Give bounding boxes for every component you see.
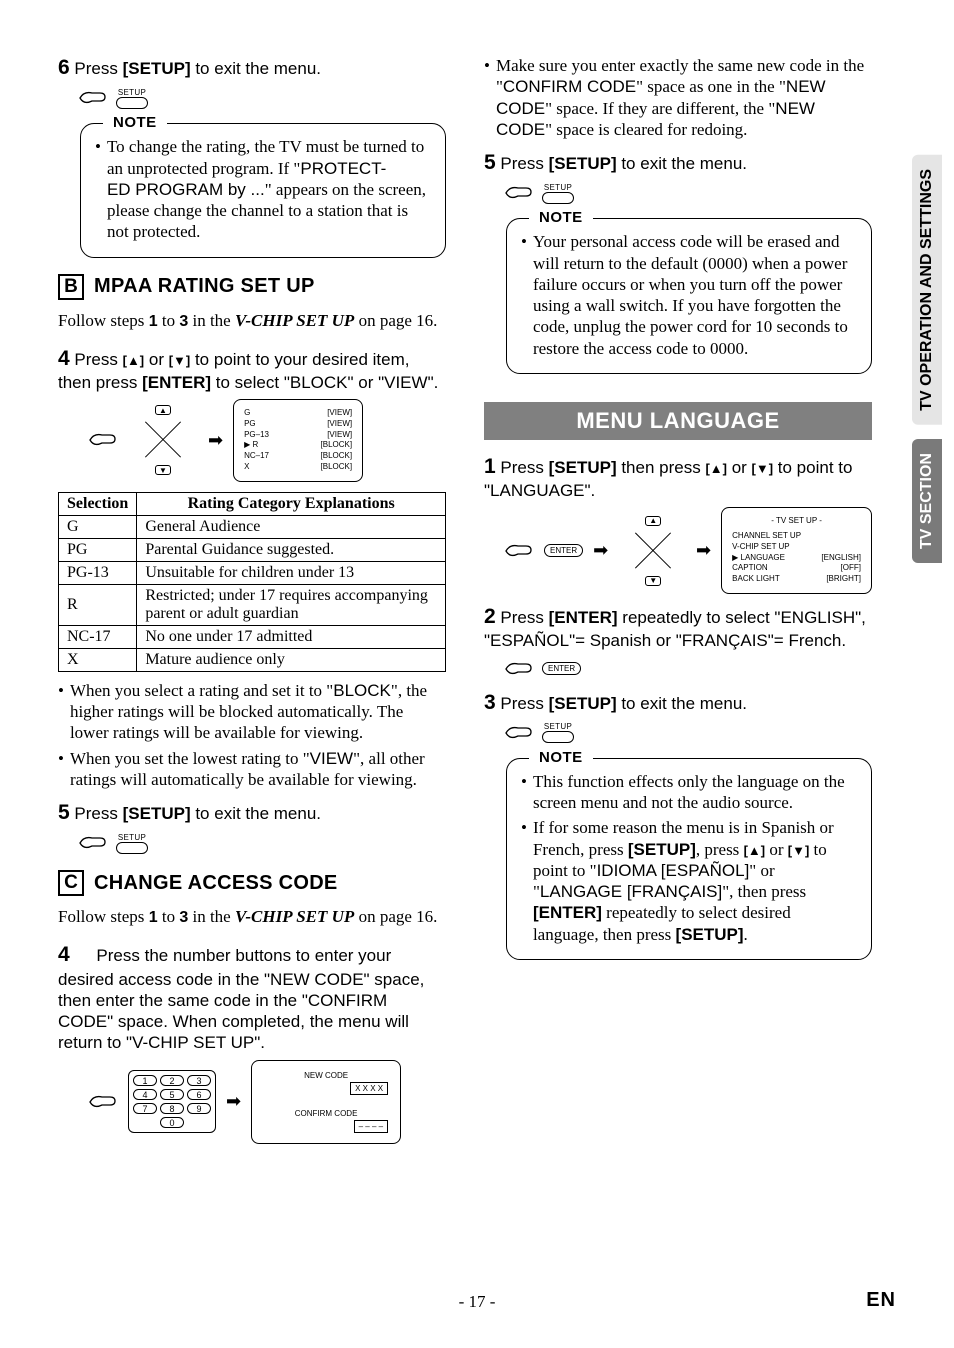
hand-icon [504, 722, 534, 744]
section-c-head: C CHANGE ACCESS CODE [58, 870, 446, 896]
left-column: 6 Press [SETUP] to exit the menu. SETUP … [58, 55, 446, 1154]
tab-tv-section: TV SECTION [912, 439, 942, 563]
table-header-row: Selection Rating Category Explanations [59, 492, 446, 515]
nav-ratings-flow: ▲ ▼ ➡ G[VIEW] PG[VIEW] PG–13[VIEW] ▶ R[B… [88, 399, 446, 482]
arrow-right-icon: ➡ [226, 1091, 241, 1112]
enter-button-icon: ENTER [542, 662, 581, 675]
remote-hint-setup: SETUP [78, 832, 446, 854]
menu-language-banner: MENU LANGUAGE [484, 402, 872, 440]
text: to exit the menu. [191, 59, 321, 78]
table-row: XMature audience only [59, 648, 446, 671]
right-step2: 2 Press [ENTER] repeatedly to select "EN… [484, 604, 872, 652]
arrow-right-icon: ➡ [593, 540, 608, 561]
hand-icon [88, 429, 118, 451]
hand-icon [88, 1091, 118, 1113]
top-bullet: • Make sure you enter exactly the same n… [484, 55, 872, 140]
col-explanation: Rating Category Explanations [137, 492, 446, 515]
col-selection: Selection [59, 492, 137, 515]
right-step3: 3 Press [SETUP] to exit the menu. [484, 690, 872, 716]
remote-hint-setup: SETUP [78, 87, 446, 109]
remote-hint-setup: SETUP [504, 182, 872, 204]
side-tabs: TV OPERATION AND SETTINGS TV SECTION [912, 155, 942, 563]
setup-button-icon [116, 97, 148, 109]
hand-icon [504, 540, 534, 562]
nav-arrows-icon: ▲▼ [618, 516, 686, 586]
setup-key: [SETUP] [123, 59, 191, 78]
hand-icon [78, 832, 108, 854]
enter-button-icon: ENTER [544, 544, 583, 557]
left-step4c: 4 Press the number buttons to enter your… [58, 942, 446, 1053]
ratings-table: Selection Rating Category Explanations G… [58, 492, 446, 672]
note-title: NOTE [103, 114, 167, 131]
hand-icon [78, 87, 108, 109]
right-step5: 5 Press [SETUP] to exit the menu. [484, 150, 872, 176]
page-number: - 17 - [0, 1292, 954, 1312]
language-flow: ENTER ➡ ▲▼ ➡ - TV SET UP - CHANNEL SET U… [504, 507, 872, 594]
hand-icon [504, 182, 534, 204]
note-box-access-code: NOTE •Your personal access code will be … [506, 218, 872, 374]
arrow-right-icon: ➡ [208, 430, 223, 451]
setup-button-icon [542, 192, 574, 204]
left-step6: 6 Press [SETUP] to exit the menu. [58, 55, 446, 81]
page-lang: EN [866, 1289, 896, 1312]
bullet-icon: • [95, 136, 101, 242]
after-table-bullets: •When you select a rating and set it to … [58, 680, 446, 790]
tab-tv-operation: TV OPERATION AND SETTINGS [912, 155, 942, 425]
setup-label: SETUP [118, 88, 146, 97]
text: Press [74, 59, 122, 78]
table-row: PGParental Guidance suggested. [59, 538, 446, 561]
note-box-language: NOTE •This function effects only the lan… [506, 758, 872, 960]
setup-button-icon [116, 842, 148, 854]
left-step5: 5 Press [SETUP] to exit the menu. [58, 800, 446, 826]
remote-hint-setup: SETUP [504, 722, 872, 744]
table-row: RRestricted; under 17 requires accompany… [59, 584, 446, 625]
arrow-right-icon: ➡ [696, 540, 711, 561]
note-box-rating: NOTE • To change the rating, the TV must… [80, 123, 446, 257]
nav-arrows-icon: ▲ ▼ [128, 405, 198, 475]
follow-steps-c: Follow steps 1 to 3 in the V-CHIP SET UP… [58, 906, 446, 928]
ratings-screen: G[VIEW] PG[VIEW] PG–13[VIEW] ▶ R[BLOCK] … [233, 399, 363, 482]
section-b-head: B MPAA RATING SET UP [58, 274, 446, 300]
section-title: MPAA RATING SET UP [94, 275, 315, 298]
follow-steps-b: Follow steps 1 to 3 in the V-CHIP SET UP… [58, 310, 446, 332]
left-step4: 4 Press [▲] or [▼] to point to your desi… [58, 346, 446, 394]
keypad-icon: 123 456 789 0 [128, 1070, 216, 1133]
section-letter: B [58, 274, 84, 300]
setup-button-icon [542, 731, 574, 743]
tv-setup-screen: - TV SET UP - CHANNEL SET UP V-CHIP SET … [721, 507, 872, 594]
code-screen: NEW CODE X X X X CONFIRM CODE – – – – [251, 1060, 401, 1144]
remote-hint-enter: ENTER [504, 658, 872, 680]
table-row: PG-13Unsuitable for children under 13 [59, 561, 446, 584]
table-row: NC-17No one under 17 admitted [59, 625, 446, 648]
keypad-flow: 123 456 789 0 ➡ NEW CODE X X X X CONFIRM… [88, 1060, 446, 1144]
table-row: GGeneral Audience [59, 515, 446, 538]
step-number: 6 [58, 56, 70, 79]
right-step1: 1 Press [SETUP] then press [▲] or [▼] to… [484, 454, 872, 502]
note-text: To change the rating, the TV must be tur… [107, 136, 431, 242]
right-column: • Make sure you enter exactly the same n… [484, 55, 872, 1154]
step-number: 4 [58, 347, 70, 370]
hand-icon [504, 658, 534, 680]
